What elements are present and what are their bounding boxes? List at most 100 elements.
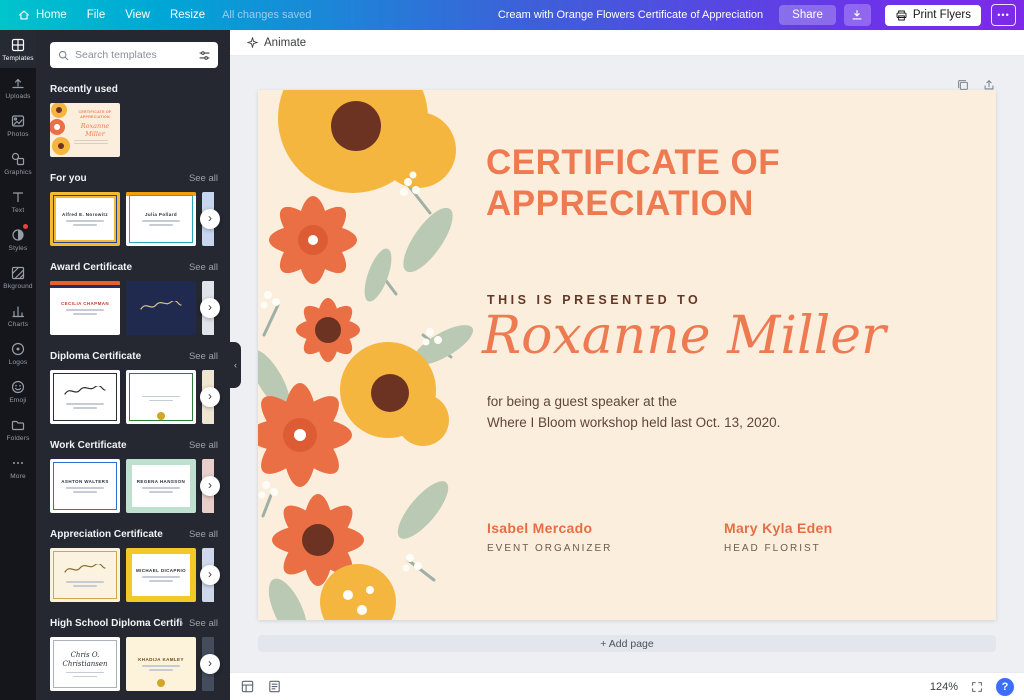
home-button[interactable]: Home xyxy=(8,4,76,26)
sidebar-item-background[interactable]: Bkground xyxy=(0,258,36,296)
template-thumb[interactable]: MICHAEL DICAPRIO xyxy=(126,548,196,602)
styles-icon xyxy=(10,227,26,243)
template-row: › xyxy=(50,370,218,424)
panel-collapse-handle[interactable]: ‹ xyxy=(230,342,241,388)
see-all-link[interactable]: See all xyxy=(189,440,218,451)
section-header: Recently used xyxy=(50,84,218,95)
template-row: CECILIA CHAPMAN › xyxy=(50,281,218,335)
thumb-name-text: Julia Pollard xyxy=(145,212,177,218)
rail-item-label: Uploads xyxy=(5,93,30,100)
design-canvas[interactable]: CERTIFICATE OF APPRECIATION THIS IS PRES… xyxy=(230,56,1024,672)
flower-illustration[interactable] xyxy=(258,90,488,620)
help-button[interactable]: ? xyxy=(996,678,1014,696)
notes-button[interactable] xyxy=(267,679,282,694)
more-options-button[interactable]: ••• xyxy=(991,4,1016,26)
view-menu[interactable]: View xyxy=(116,5,159,25)
page-actions xyxy=(956,78,996,92)
file-menu[interactable]: File xyxy=(78,5,115,25)
search-icon xyxy=(57,49,70,62)
thumb-seal xyxy=(157,679,165,687)
see-all-link[interactable]: See all xyxy=(189,529,218,540)
section-title: For you xyxy=(50,173,87,184)
scroll-right-button[interactable]: › xyxy=(200,476,220,496)
sidebar-item-more[interactable]: More xyxy=(0,448,36,486)
template-thumb[interactable]: CECILIA CHAPMAN xyxy=(50,281,120,335)
download-button[interactable] xyxy=(844,4,871,26)
scroll-right-button[interactable]: › xyxy=(200,565,220,585)
template-thumb[interactable]: KHADIJA KAMLEY xyxy=(126,637,196,691)
sidebar-item-text[interactable]: Text xyxy=(0,182,36,220)
recipient-name[interactable]: Roxanne Miller xyxy=(482,306,886,366)
page-manager-button[interactable] xyxy=(240,679,255,694)
template-thumb[interactable]: Julia Pollard xyxy=(126,192,196,246)
sidebar-item-uploads[interactable]: Uploads xyxy=(0,68,36,106)
thumb-text-line xyxy=(149,491,173,493)
see-all-link[interactable]: See all xyxy=(189,262,218,273)
sidebar-item-folders[interactable]: Folders xyxy=(0,410,36,448)
thumb-signature-squiggle xyxy=(63,386,107,401)
sidebar-item-graphics[interactable]: Graphics xyxy=(0,144,36,182)
template-thumb[interactable]: Chris O. Christiansen xyxy=(50,637,120,691)
template-thumb[interactable]: Alfred E. Norowitz xyxy=(50,192,120,246)
search-input[interactable] xyxy=(75,49,193,61)
template-thumb[interactable] xyxy=(50,370,120,424)
scroll-right-button[interactable]: › xyxy=(200,298,220,318)
section-title: High School Diploma Certificate xyxy=(50,618,183,629)
sidebar-item-logos[interactable]: Logos xyxy=(0,334,36,372)
thumb-panel xyxy=(132,465,190,507)
thumb-name-text: Alfred E. Norowitz xyxy=(62,212,108,218)
duplicate-page-button[interactable] xyxy=(956,78,970,92)
thumb-text-line xyxy=(73,491,97,493)
mini-cert-line xyxy=(74,140,108,141)
template-row: MICHAEL DICAPRIO › xyxy=(50,548,218,602)
sidebar-item-photos[interactable]: Photos xyxy=(0,106,36,144)
thumb-name-text: MICHAEL DICAPRIO xyxy=(136,568,186,574)
certificate-page[interactable]: CERTIFICATE OF APPRECIATION THIS IS PRES… xyxy=(258,90,996,620)
template-thumb[interactable] xyxy=(126,370,196,424)
export-page-button[interactable] xyxy=(982,78,996,92)
thumb-text-line xyxy=(73,224,97,226)
template-thumb[interactable]: REGENA HANSSON xyxy=(126,459,196,513)
section-title: Work Certificate xyxy=(50,440,127,451)
signature-2[interactable]: Mary Kyla Eden HEAD FLORIST xyxy=(724,520,961,554)
rail-item-label: Emoji xyxy=(9,397,26,404)
scroll-right-button[interactable]: › xyxy=(200,654,220,674)
section-title: Recently used xyxy=(50,84,118,95)
template-thumb[interactable]: ASHTON WALTERS xyxy=(50,459,120,513)
animate-label: Animate xyxy=(264,37,306,49)
sidebar-rail: Templates Uploads Photos Graphics Text S… xyxy=(0,30,36,700)
sidebar-item-emoji[interactable]: Emoji xyxy=(0,372,36,410)
scroll-right-button[interactable]: › xyxy=(200,209,220,229)
sidebar-item-templates[interactable]: Templates xyxy=(0,30,36,68)
filter-icon[interactable] xyxy=(198,49,211,62)
scroll-right-button[interactable]: › xyxy=(200,387,220,407)
signature-block[interactable]: Isabel Mercado EVENT ORGANIZER Mary Kyla… xyxy=(487,520,961,554)
sidebar-item-styles[interactable]: Styles xyxy=(0,220,36,258)
template-thumb[interactable]: CERTIFICATE OF APPRECIATIONRoxanne Mille… xyxy=(50,103,120,157)
print-flyers-button[interactable]: Print Flyers xyxy=(885,5,981,26)
certificate-body-text[interactable]: for being a guest speaker at the Where I… xyxy=(487,392,780,434)
see-all-link[interactable]: See all xyxy=(189,618,218,629)
resize-menu[interactable]: Resize xyxy=(161,5,214,25)
see-all-link[interactable]: See all xyxy=(189,173,218,184)
zoom-level[interactable]: 124% xyxy=(930,681,958,693)
page-manager-icon xyxy=(240,679,255,694)
topbar-menu: Home File View Resize All changes saved xyxy=(8,4,311,26)
signature-1[interactable]: Isabel Mercado EVENT ORGANIZER xyxy=(487,520,724,554)
thumb-text-line xyxy=(66,672,105,674)
rail-item-label: Styles xyxy=(9,245,28,252)
fullscreen-button[interactable] xyxy=(970,680,984,694)
signature-1-role: EVENT ORGANIZER xyxy=(487,543,724,554)
thumb-text-line xyxy=(66,403,105,405)
presented-to-label[interactable]: THIS IS PRESENTED TO xyxy=(487,293,701,307)
template-thumb[interactable] xyxy=(50,548,120,602)
certificate-title[interactable]: CERTIFICATE OF APPRECIATION xyxy=(486,142,916,225)
see-all-link[interactable]: See all xyxy=(189,351,218,362)
share-button[interactable]: Share xyxy=(779,5,836,25)
rail-item-label: Charts xyxy=(8,321,28,328)
add-page-button[interactable]: + Add page xyxy=(258,635,996,652)
animate-button[interactable]: Animate xyxy=(240,33,312,52)
sidebar-item-charts[interactable]: Charts xyxy=(0,296,36,334)
template-thumb[interactable] xyxy=(126,281,196,335)
document-title[interactable]: Cream with Orange Flowers Certificate of… xyxy=(498,9,763,21)
